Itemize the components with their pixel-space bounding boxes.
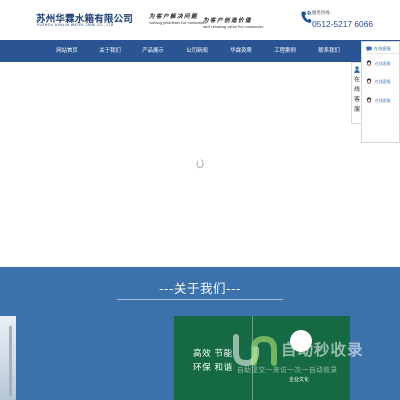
slogan-creating-en: and creating value for customers (203, 25, 264, 29)
photo-detail (9, 326, 12, 396)
qq-icon (366, 97, 372, 103)
tab-char: 客 (354, 97, 360, 103)
nav-qualifications[interactable]: 华霖资质 (229, 40, 253, 62)
qq-icon (366, 60, 372, 66)
slogan-solving: 为客户解决问题 solving problems for customers (149, 12, 206, 25)
loading-spinner-icon (196, 158, 204, 169)
online-service-panel: 在线客服 在线客服 在线客服 在线客服 (361, 41, 400, 143)
nav-cases[interactable]: 工程案例 (273, 40, 297, 62)
slogan-creating-cn: 为客户创造价值 (203, 18, 252, 24)
feature-line-1: 高效 节能 (193, 349, 233, 359)
slogan-solving-en: solving problems for customers (149, 21, 207, 25)
tab-char: 在 (354, 77, 360, 83)
online-service-tab[interactable]: 在 线 客 服 (351, 62, 361, 124)
tab-char: 服 (354, 107, 360, 113)
qq-label: 在线客服 (375, 60, 391, 66)
site-header: 苏州华霖水箱有限公司 SUZHOU HUALIN WATER TANK CO.,… (0, 0, 400, 40)
user-icon (354, 66, 360, 73)
qq-service-3[interactable]: 在线客服 (366, 96, 399, 105)
watermark-title: 自动秒收录 (281, 341, 364, 359)
main-nav: 网站首页 关于我们 产品展示 公司新闻 华霖资质 工程案例 联系我们 (0, 40, 400, 62)
phone-number[interactable]: 0512-5217 6066 (312, 19, 373, 29)
nav-home[interactable]: 网站首页 (55, 40, 79, 62)
phone-icon (301, 10, 312, 23)
page: 苏州华霖水箱有限公司 SUZHOU HUALIN WATER TANK CO.,… (0, 0, 400, 400)
qq-label: 在线客服 (375, 97, 391, 103)
watermark-subtitle: 自助提交一来访一次一自动收录 (237, 366, 338, 374)
qq-icon (366, 78, 372, 84)
chat-icon (366, 46, 372, 52)
feature-line-2: 环保 和谐 (193, 363, 233, 373)
qq-service-2[interactable]: 在线客服 (366, 77, 399, 86)
culture-label[interactable]: 企业文化 (289, 376, 309, 383)
company-name-en: SUZHOU HUALIN WATER TANK CO., LTD (37, 23, 114, 27)
nav-contact[interactable]: 联系我们 (317, 40, 341, 62)
about-section-title: ---关于我们--- (158, 281, 242, 296)
hotline-label: 服务热线: (312, 11, 332, 16)
online-service-tab-text: 在 线 客 服 (354, 75, 361, 115)
nav-about[interactable]: 关于我们 (98, 40, 122, 62)
slogan-solving-cn: 为客户解决问题 (149, 14, 198, 20)
tab-char: 线 (354, 87, 360, 93)
about-title-divider (117, 299, 283, 300)
qq-service-1[interactable]: 在线客服 (366, 59, 399, 68)
hotline: 服务热线: 0512-5217 6066 (300, 8, 373, 34)
about-photo (0, 316, 16, 400)
nav-news[interactable]: 公司新闻 (185, 40, 209, 62)
slogan-creating: 为客户创造价值 and creating value for customers (203, 16, 263, 29)
watermark-logo (233, 334, 277, 367)
service-panel-title: 在线客服 (374, 46, 391, 51)
service-panel-header: 在线客服 (366, 45, 398, 54)
qq-label: 在线客服 (375, 78, 391, 84)
nav-products[interactable]: 产品展示 (141, 40, 165, 62)
